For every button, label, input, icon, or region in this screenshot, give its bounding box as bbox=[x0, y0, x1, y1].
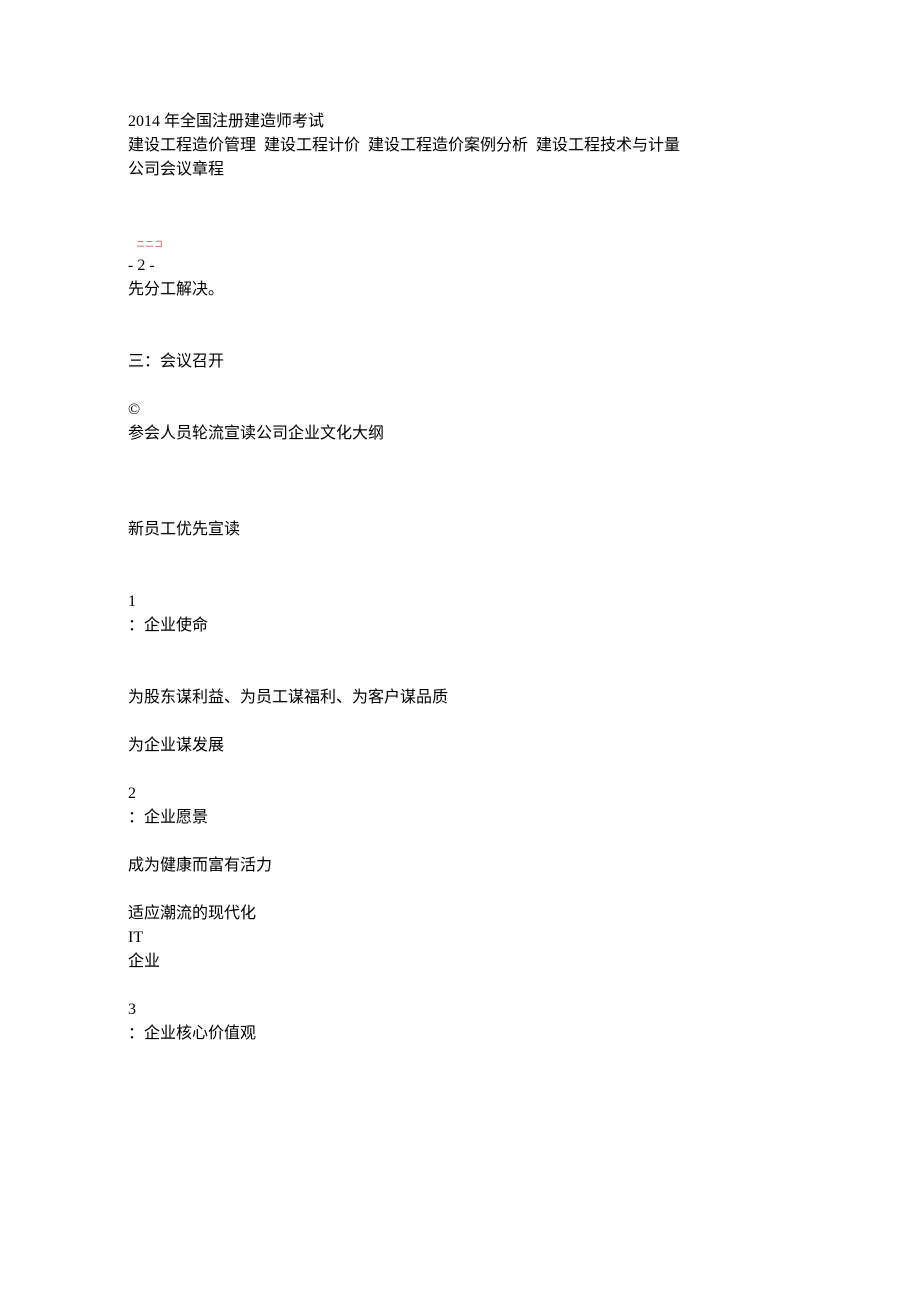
page-marker: - 2 - bbox=[128, 254, 792, 278]
copyright-symbol: © bbox=[128, 398, 792, 422]
priority-note: 新员工优先宣读 bbox=[128, 518, 792, 542]
item-2-number: 2 bbox=[128, 782, 792, 806]
item-3-number: 3 bbox=[128, 998, 792, 1022]
item-1-number: 1 bbox=[128, 590, 792, 614]
item-2-body-d: 企业 bbox=[128, 950, 792, 974]
item-2-label: ：企业愿景 bbox=[128, 806, 792, 830]
exam-title: 年全国注册建造师考试 bbox=[160, 113, 324, 130]
continuation-text: 先分工解决。 bbox=[128, 278, 792, 302]
section-3-heading: 三：会议召开 bbox=[128, 350, 792, 374]
header-line-2: 建设工程造价管理 建设工程计价 建设工程造价案例分析 建设工程技术与计量 bbox=[128, 134, 792, 158]
item-1-label: ：企业使命 bbox=[128, 614, 792, 638]
item-3-label: ：企业核心价值观 bbox=[128, 1022, 792, 1046]
year: 2014 bbox=[128, 113, 160, 130]
header-line-1: 2014 年全国注册建造师考试 bbox=[128, 110, 792, 134]
header-line-3: 公司会议章程 bbox=[128, 158, 792, 182]
item-1-body-a: 为股东谋利益、为员工谋福利、为客户谋品质 bbox=[128, 686, 792, 710]
item-1-body-b: 为企业谋发展 bbox=[128, 734, 792, 758]
item-2-body-a: 成为健康而富有活力 bbox=[128, 854, 792, 878]
item-2-body-c: IT bbox=[128, 926, 792, 950]
document-header: 2014 年全国注册建造师考试 建设工程造价管理 建设工程计价 建设工程造价案例… bbox=[128, 110, 792, 182]
small-annotation: ニニコ bbox=[128, 238, 792, 252]
item-2-body-b: 适应潮流的现代化 bbox=[128, 902, 792, 926]
reading-instruction: 参会人员轮流宣读公司企业文化大纲 bbox=[128, 422, 792, 446]
